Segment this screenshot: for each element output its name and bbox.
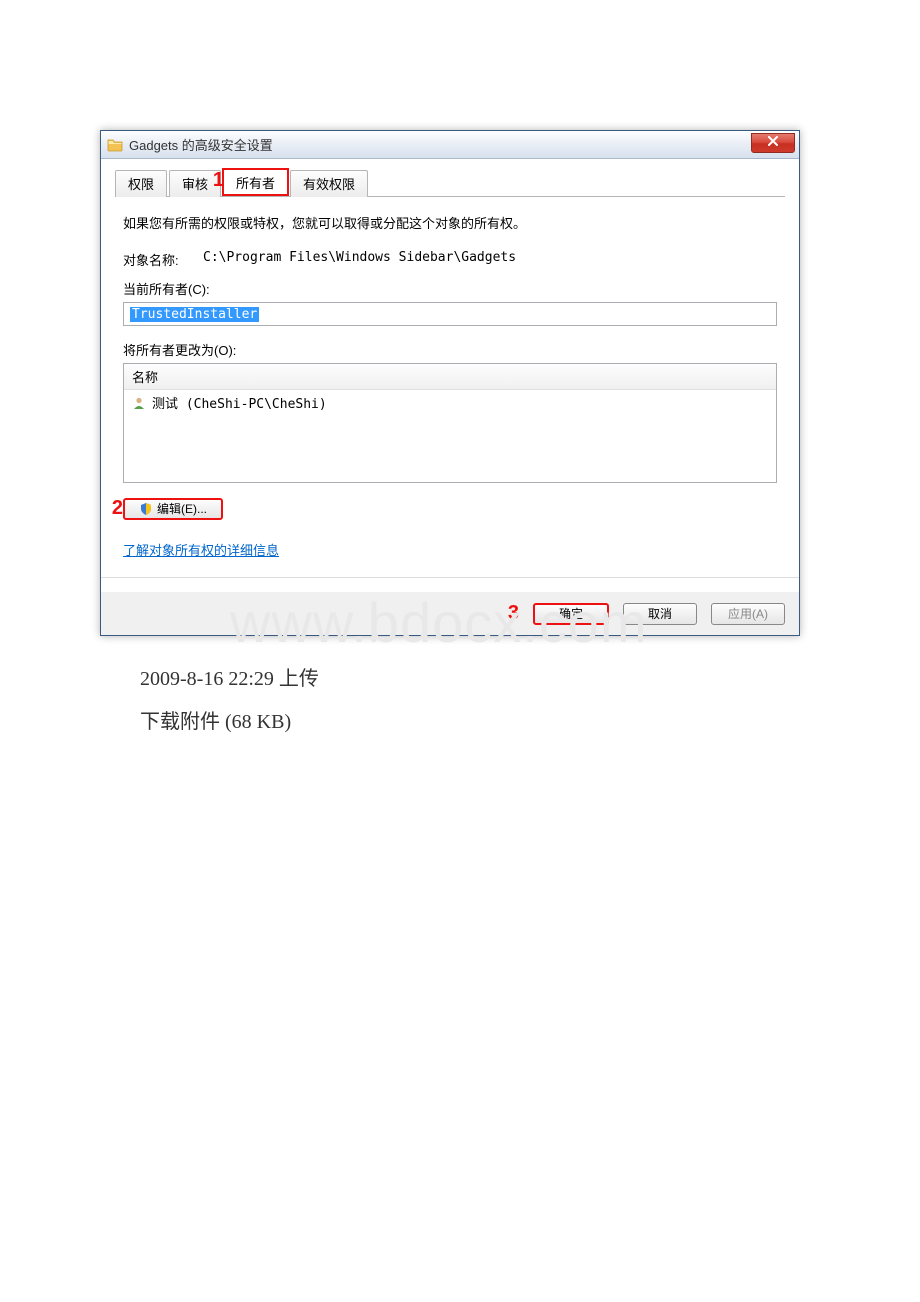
dialog-window: Gadgets 的高级安全设置 权限 审核 1 所有者 有效权限 如果您有所需的…	[100, 130, 800, 636]
owner-list[interactable]: 名称 测试 (CheShi-PC\CheShi)	[123, 363, 777, 483]
learn-more-link[interactable]: 了解对象所有权的详细信息	[123, 540, 279, 559]
folder-icon	[107, 137, 123, 153]
owner-list-item[interactable]: 测试 (CheShi-PC\CheShi)	[124, 390, 776, 415]
owner-list-header[interactable]: 名称	[124, 364, 776, 390]
ok-button[interactable]: 确定	[533, 603, 609, 625]
object-name-label: 对象名称:	[123, 250, 203, 269]
cancel-button[interactable]: 取消	[623, 603, 697, 625]
annotation-3: 3	[508, 602, 519, 625]
footer-separator	[101, 577, 799, 578]
annotation-2: 2	[109, 497, 123, 520]
dialog-footer: 3 确定 取消 应用(A)	[101, 592, 799, 635]
edit-button-label: 编辑(E)...	[157, 500, 207, 517]
tab-auditing[interactable]: 审核 1	[169, 170, 221, 197]
intro-text: 如果您有所需的权限或特权，您就可以取得或分配这个对象的所有权。	[123, 213, 777, 232]
tab-effective[interactable]: 有效权限	[290, 170, 368, 197]
shield-icon	[139, 502, 153, 516]
dialog-body: 权限 审核 1 所有者 有效权限 如果您有所需的权限或特权，您就可以取得或分配这…	[101, 159, 799, 592]
download-caption: 下载附件 (68 KB)	[140, 705, 820, 734]
owner-list-item-label: 测试 (CheShi-PC\CheShi)	[152, 393, 327, 412]
apply-button[interactable]: 应用(A)	[711, 603, 785, 625]
tab-strip: 权限 审核 1 所有者 有效权限	[115, 169, 785, 197]
tab-owner-label: 所有者	[236, 176, 275, 191]
tab-owner[interactable]: 所有者	[223, 169, 288, 196]
tab-permissions[interactable]: 权限	[115, 170, 167, 197]
current-owner-box: TrustedInstaller	[123, 302, 777, 326]
user-icon	[132, 396, 146, 410]
dialog-title: Gadgets 的高级安全设置	[129, 135, 273, 154]
titlebar[interactable]: Gadgets 的高级安全设置	[101, 131, 799, 159]
object-path: C:\Program Files\Windows Sidebar\Gadgets	[203, 250, 516, 269]
close-button[interactable]	[751, 133, 795, 153]
current-owner-value: TrustedInstaller	[130, 307, 259, 322]
current-owner-label: 当前所有者(C):	[123, 279, 777, 298]
tab-auditing-label: 审核	[182, 177, 208, 192]
edit-button[interactable]: 编辑(E)...	[123, 498, 223, 520]
change-owner-label: 将所有者更改为(O):	[123, 340, 777, 359]
tab-content-owner: 如果您有所需的权限或特权，您就可以取得或分配这个对象的所有权。 对象名称: C:…	[115, 207, 785, 559]
object-name-row: 对象名称: C:\Program Files\Windows Sidebar\G…	[123, 250, 777, 269]
upload-caption: 2009-8-16 22:29 上传	[140, 662, 820, 691]
